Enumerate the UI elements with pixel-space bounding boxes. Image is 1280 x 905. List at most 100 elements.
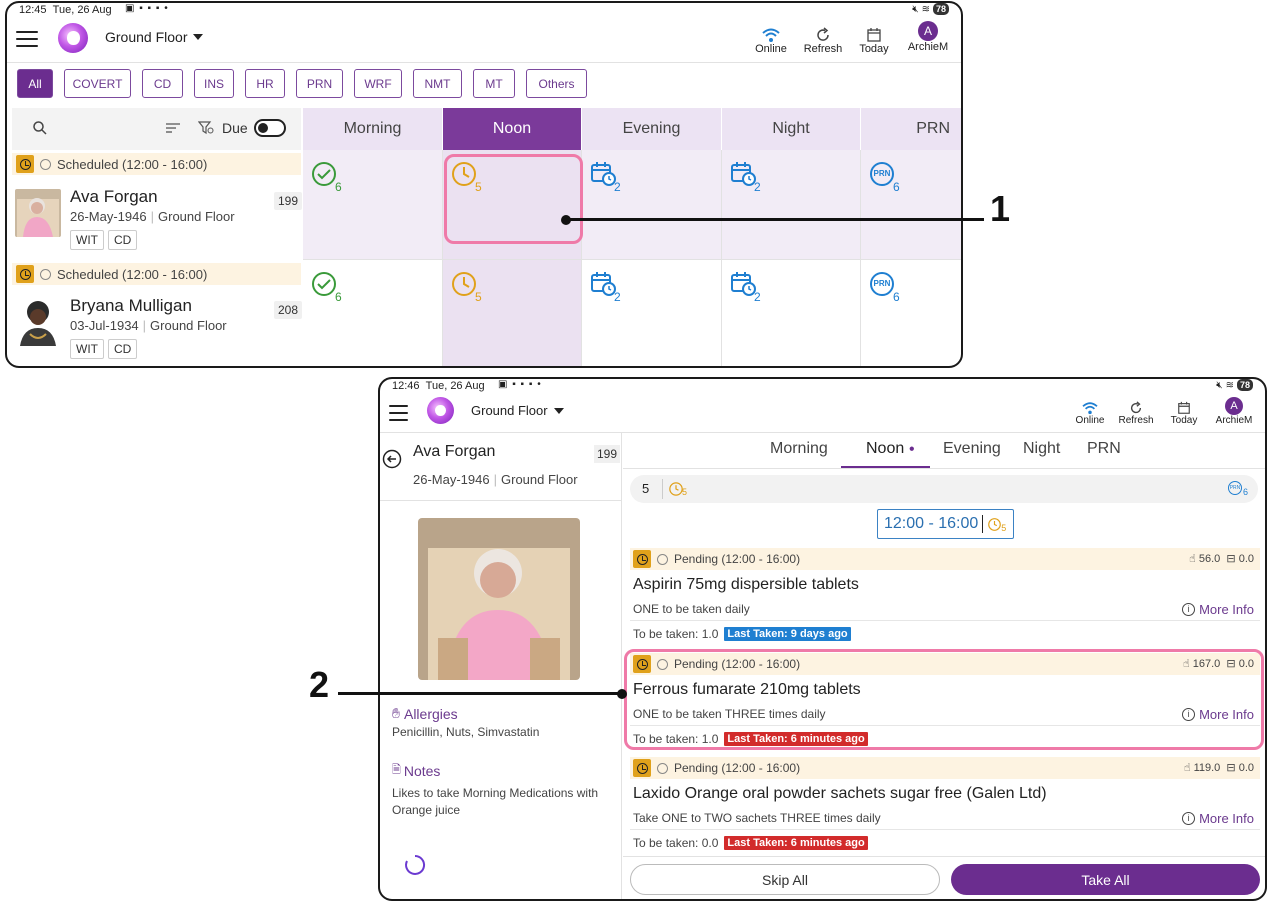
filter-cd[interactable]: CD — [142, 69, 183, 98]
filter-hr[interactable]: HR — [245, 69, 285, 98]
patient-floor: Ground Floor — [150, 318, 227, 333]
filter-covert[interactable]: COVERT — [64, 69, 131, 98]
time-slot-selector[interactable]: 12:00 - 16:00 5 — [877, 509, 1014, 539]
user-label: ArchieM — [907, 41, 949, 53]
skip-all-button[interactable]: Skip All — [630, 864, 940, 895]
hand-icon: ✋︎ — [392, 705, 400, 721]
cell-night[interactable]: 2 — [722, 150, 861, 260]
last-taken-badge: Last Taken: 9 days ago — [724, 627, 851, 641]
mute-icon: 🔇︎ — [912, 3, 919, 15]
battery-icon: 78 — [1236, 379, 1253, 391]
due-count: 6 — [893, 290, 900, 304]
cell-prn[interactable]: PRN 6 — [861, 150, 961, 260]
med-status: Pending (12:00 - 16:00) — [674, 552, 801, 566]
user-menu[interactable]: A ArchieM — [905, 19, 951, 53]
due-toggle[interactable] — [254, 119, 286, 137]
last-taken-badge: Last Taken: 6 minutes ago — [724, 836, 868, 850]
column-evening[interactable]: Evening — [582, 108, 722, 150]
patient-name[interactable]: Ava Forgan — [70, 187, 158, 207]
refresh-button[interactable]: Refresh — [1116, 395, 1156, 426]
active-tab-indicator — [841, 466, 930, 468]
stock-count: 56.0 — [1198, 553, 1221, 565]
more-info-link[interactable]: i More Info — [1182, 602, 1254, 617]
prn-icon: PRN — [1228, 481, 1242, 495]
today-label: Today — [859, 43, 889, 55]
online-status[interactable]: Online — [1070, 395, 1110, 426]
filter-mt[interactable]: MT — [473, 69, 515, 98]
time-slot-label: 12:00 - 16:00 — [884, 515, 979, 532]
cell-morning[interactable]: 6 — [303, 150, 443, 260]
filter-ins[interactable]: INS — [194, 69, 234, 98]
floor-label: Ground Floor — [471, 403, 548, 418]
filter-wrf[interactable]: WRF — [354, 69, 402, 98]
cell-noon[interactable]: 5 — [443, 260, 582, 366]
online-label: Online — [1075, 415, 1105, 426]
status-date: Tue, 26 Aug — [52, 4, 112, 16]
status-time: 12:46 — [392, 380, 420, 392]
list-toolbar: Due — [12, 108, 301, 150]
app-bar: Ground Floor Online Refresh Today A Arch… — [7, 19, 961, 63]
filter-prn[interactable]: PRN — [296, 69, 343, 98]
tab-night[interactable]: Night — [1023, 440, 1060, 458]
today-button[interactable]: Today — [1166, 395, 1202, 426]
tab-morning[interactable]: Morning — [770, 440, 828, 458]
info-icon: i — [1182, 812, 1196, 825]
filter-icon[interactable] — [198, 121, 214, 135]
back-arrow-icon[interactable] — [382, 449, 402, 469]
cell-morning[interactable]: 6 — [303, 260, 443, 366]
status-time: 12:45 — [19, 4, 47, 16]
filter-nmt[interactable]: NMT — [413, 69, 462, 98]
calendar-icon — [1166, 395, 1202, 415]
user-menu[interactable]: A ArchieM — [1212, 395, 1256, 426]
online-status[interactable]: Online — [751, 21, 791, 55]
due-count: 5 — [475, 290, 482, 304]
menu-icon[interactable] — [389, 405, 408, 421]
box-icon: ⊟ — [1226, 553, 1236, 565]
cell-night[interactable]: 2 — [722, 260, 861, 366]
more-info-link[interactable]: i More Info — [1182, 811, 1254, 826]
schedule-text: Scheduled (12:00 - 16:00) — [57, 156, 208, 172]
screenshot-patient-medications: 12:46 Tue, 26 Aug ▣ ▪ ▪ ▪ • 🔇︎ ≋ 78 Ground… — [378, 377, 1267, 901]
take-all-button[interactable]: Take All — [951, 864, 1260, 895]
patient-name[interactable]: Bryana Mulligan — [70, 296, 192, 316]
due-count: 2 — [614, 180, 621, 194]
clock-icon — [633, 550, 651, 568]
active-dot: ● — [908, 443, 915, 455]
patient-dob: 26-May-1946 — [413, 472, 490, 487]
patient-name: Ava Forgan — [413, 443, 496, 460]
column-morning[interactable]: Morning — [303, 108, 443, 150]
tab-prn[interactable]: PRN — [1087, 440, 1121, 458]
status-dot-icon — [40, 158, 51, 170]
column-prn[interactable]: PRN — [861, 108, 961, 150]
refresh-button[interactable]: Refresh — [801, 21, 845, 55]
filter-others[interactable]: Others — [526, 69, 587, 98]
search-icon[interactable] — [32, 120, 48, 136]
menu-icon[interactable] — [16, 31, 38, 47]
medication-row[interactable]: Pending (12:00 - 16:00) ☝︎ 119.0 ⊟ 0.0 L… — [630, 757, 1260, 855]
patient-sidebar: Ava Forgan 199 26-May-1946 | Ground Floor … — [380, 433, 622, 899]
app-bar: Ground Floor Online Refresh Today A Arch… — [380, 395, 1265, 433]
column-night[interactable]: Night — [722, 108, 861, 150]
cell-evening[interactable]: 2 — [582, 260, 722, 366]
tab-evening[interactable]: Evening — [943, 440, 1001, 458]
cell-prn[interactable]: PRN 6 — [861, 260, 961, 366]
status-dot-icon — [40, 268, 51, 280]
medication-row[interactable]: Pending (12:00 - 16:00) ☝︎ 56.0 ⊟ 0.0 As… — [630, 548, 1260, 646]
status-bar: 12:46 Tue, 26 Aug ▣ ▪ ▪ ▪ • 🔇︎ ≋ 78 — [380, 379, 1265, 395]
total-count: 5 — [642, 481, 650, 496]
patient-photo — [418, 518, 580, 680]
wifi-icon — [1070, 395, 1110, 415]
tab-noon[interactable]: Noon ● — [866, 440, 915, 458]
cell-evening[interactable]: 2 — [582, 150, 722, 260]
annotation-line — [338, 692, 622, 695]
today-button[interactable]: Today — [855, 21, 893, 55]
app-logo — [58, 23, 88, 53]
patient-photo — [15, 189, 61, 237]
sort-icon[interactable] — [165, 122, 181, 134]
floor-selector[interactable]: Ground Floor — [105, 29, 204, 45]
schedule-text: Scheduled (12:00 - 16:00) — [57, 266, 208, 282]
column-noon[interactable]: Noon — [443, 108, 582, 150]
floor-selector[interactable]: Ground Floor — [471, 403, 564, 418]
period-tabs: Morning Noon ● Evening Night PRN — [623, 433, 1265, 469]
filter-all[interactable]: All — [17, 69, 53, 98]
